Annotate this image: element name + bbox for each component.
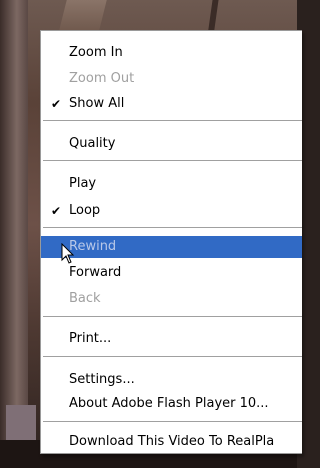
menu-item-label: Loop bbox=[69, 203, 101, 218]
menu-item-play[interactable]: Play bbox=[41, 173, 302, 195]
menu-item-label: Play bbox=[69, 176, 97, 191]
checkmark-icon: ✔ bbox=[51, 97, 62, 111]
menu-item-label: Quality bbox=[69, 136, 116, 151]
menu-item-label: Rewind bbox=[69, 239, 117, 254]
menu-item-label: Zoom Out bbox=[69, 71, 135, 86]
menu-separator bbox=[43, 227, 302, 228]
mouse-pointer-icon bbox=[61, 243, 75, 264]
menu-separator bbox=[43, 356, 302, 357]
menu-separator bbox=[43, 120, 302, 121]
menu-item-forward[interactable]: Forward bbox=[41, 262, 302, 284]
menu-item-label: Print... bbox=[69, 331, 112, 346]
menu-item-label: Download This Video To RealPla bbox=[69, 434, 275, 449]
menu-item-label: Show All bbox=[69, 96, 125, 111]
menu-item-zoom-out: Zoom Out bbox=[41, 68, 302, 90]
menu-item-download-realplayer[interactable]: Download This Video To RealPla bbox=[41, 431, 302, 453]
menu-item-label: Zoom In bbox=[69, 45, 123, 60]
menu-item-about[interactable]: About Adobe Flash Player 10... bbox=[41, 393, 302, 415]
menu-separator bbox=[43, 160, 302, 161]
menu-item-label: Forward bbox=[69, 265, 122, 280]
menu-item-label: Back bbox=[69, 291, 101, 306]
menu-item-zoom-in[interactable]: Zoom In bbox=[41, 42, 302, 64]
menu-item-show-all[interactable]: ✔ Show All bbox=[41, 93, 302, 115]
menu-item-quality[interactable]: Quality bbox=[41, 133, 302, 155]
menu-item-back: Back bbox=[41, 288, 302, 310]
menu-item-loop[interactable]: ✔ Loop bbox=[41, 200, 302, 222]
menu-item-label: About Adobe Flash Player 10... bbox=[69, 396, 269, 411]
menu-separator bbox=[43, 421, 302, 422]
menu-item-label: Settings... bbox=[69, 372, 135, 387]
checkmark-icon: ✔ bbox=[51, 204, 62, 218]
context-menu: Zoom In Zoom Out ✔ Show All Quality Play… bbox=[40, 30, 302, 454]
menu-item-print[interactable]: Print... bbox=[41, 328, 302, 350]
menu-separator bbox=[43, 316, 302, 317]
menu-item-rewind[interactable]: Rewind bbox=[41, 236, 302, 258]
menu-item-settings[interactable]: Settings... bbox=[41, 369, 302, 391]
